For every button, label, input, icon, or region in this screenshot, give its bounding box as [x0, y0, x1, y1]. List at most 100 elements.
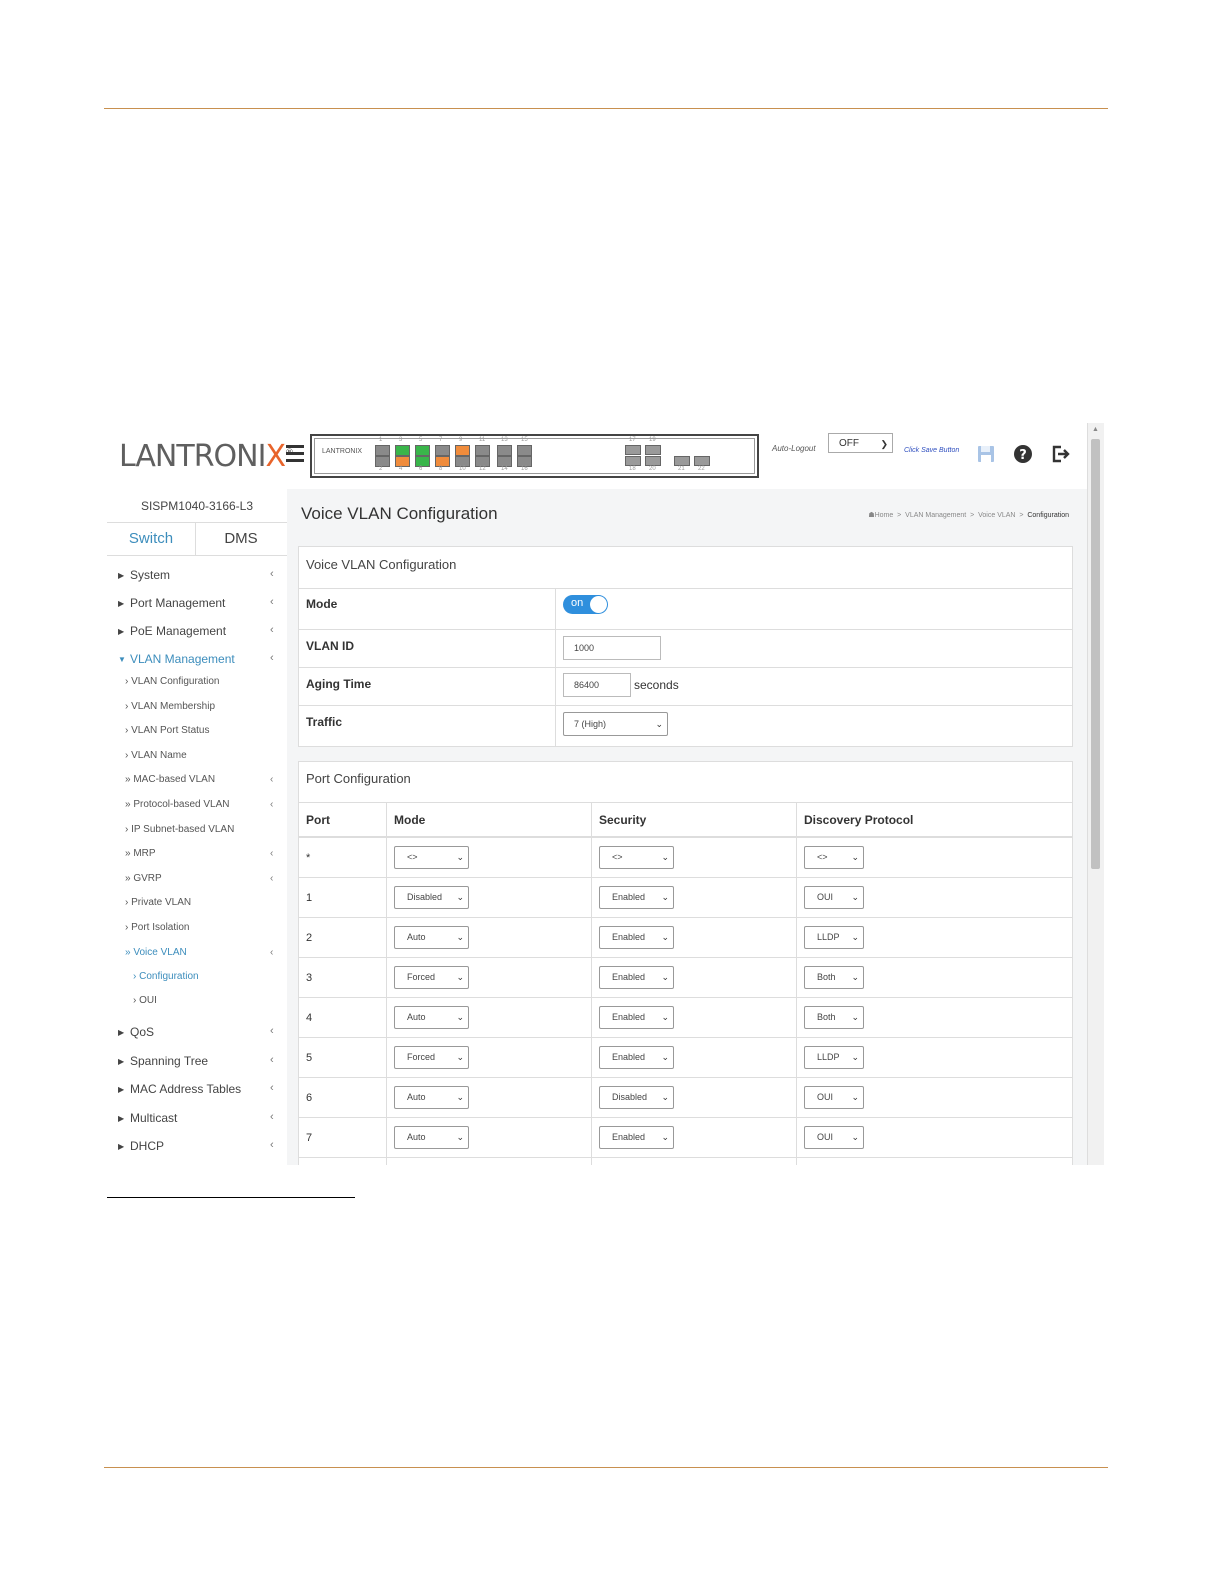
discovery-select-value: LLDP: [817, 1052, 840, 1062]
aging-time-input[interactable]: 86400: [563, 673, 631, 697]
sidebar-item-label: MAC Address Tables: [130, 1082, 242, 1096]
sidebar-subitem-voice-configuration[interactable]: › Configuration: [133, 971, 199, 982]
security-select[interactable]: Enabled ⌄: [599, 886, 674, 909]
security-select[interactable]: Enabled ⌄: [599, 1126, 674, 1149]
discovery-select[interactable]: OUI ⌄: [804, 1086, 864, 1109]
save-hint: Click Save Button: [904, 447, 960, 454]
traffic-value: 7 (High): [574, 719, 607, 729]
port-led: [475, 445, 490, 456]
table-row: 2 Auto ⌄ Enabled ⌄ LLDP ⌄: [299, 917, 1072, 958]
sidebar-subitem-vlan-port-status[interactable]: › VLAN Port Status: [125, 725, 209, 736]
discovery-select[interactable]: Both ⌄: [804, 1006, 864, 1029]
discovery-select[interactable]: Both ⌄: [804, 966, 864, 989]
svg-text:?: ?: [1019, 448, 1027, 463]
mode-select[interactable]: Auto ⌄: [394, 1006, 469, 1029]
sidebar-item-label: Spanning Tree: [130, 1054, 209, 1068]
logout-icon[interactable]: [1050, 444, 1070, 464]
mode-select[interactable]: Forced ⌄: [394, 966, 469, 989]
security-select[interactable]: Enabled ⌄: [599, 1046, 674, 1069]
security-select[interactable]: <> ⌄: [599, 846, 674, 869]
port-led: [415, 445, 430, 456]
sidebar-subitem-gvrp[interactable]: » GVRP ‹: [125, 872, 273, 884]
sidebar-subitem-voice-vlan[interactable]: » Voice VLAN ‹: [125, 947, 273, 958]
sidebar-subitem-vlan-membership[interactable]: › VLAN Membership: [125, 701, 215, 712]
sidebar-subitem-port-isolation[interactable]: › Port Isolation: [125, 922, 189, 933]
help-icon[interactable]: ?: [1013, 444, 1033, 464]
breadcrumb-home[interactable]: Home: [875, 512, 894, 519]
mode-select[interactable]: Auto ⌄: [394, 926, 469, 949]
sidebar-subitem-private-vlan[interactable]: › Private VLAN: [125, 897, 191, 908]
port-cell: 2: [299, 917, 387, 958]
mode-select[interactable]: Auto ⌄: [394, 1086, 469, 1109]
sfp-port: [674, 456, 690, 466]
auto-logout-select[interactable]: OFF ❯: [828, 433, 893, 453]
table-row: 4 Auto ⌄ Enabled ⌄ Both ⌄: [299, 997, 1072, 1038]
save-icon[interactable]: [976, 444, 996, 464]
port-led: [395, 445, 410, 456]
port-led: [375, 456, 390, 467]
vlan-id-input[interactable]: 1000: [563, 636, 661, 660]
security-select[interactable]: Enabled ⌄: [599, 1006, 674, 1029]
security-cell: Enabled ⌄: [591, 1117, 797, 1158]
mode-select[interactable]: Auto ⌄: [394, 1126, 469, 1149]
voice-vlan-config-title: Voice VLAN Configuration: [306, 557, 457, 572]
port-table-body: * <> ⌄ <> ⌄ <> ⌄ 1 Disabled ⌄ Enabled ⌄ OUI ⌄ 2 Auto ⌄ En…: [299, 837, 1072, 1165]
breadcrumb-voice-vlan[interactable]: Voice VLAN: [978, 512, 1015, 519]
mode-select[interactable]: Forced ⌄: [394, 1046, 469, 1069]
sidebar-subitem-label: GVRP: [133, 872, 162, 884]
security-select[interactable]: Enabled ⌄: [599, 966, 674, 989]
sidebar-subitem-vlan-name[interactable]: › VLAN Name: [125, 750, 187, 761]
discovery-select[interactable]: OUI ⌄: [804, 886, 864, 909]
aging-time-row: Aging Time 86400 seconds: [299, 667, 1072, 706]
chevron-down-icon: ⌄: [456, 1052, 464, 1062]
chevron-down-icon: ⌄: [851, 972, 859, 982]
sidebar-subitem-protocol-based-vlan[interactable]: » Protocol-based VLAN ‹: [125, 799, 273, 810]
security-cell: <> ⌄: [591, 837, 797, 878]
page-scrollbar[interactable]: ▲: [1087, 423, 1104, 1165]
menu-icon[interactable]: [286, 445, 304, 465]
traffic-select[interactable]: 7 (High) ⌄: [563, 712, 668, 736]
chevron-left-icon: ‹: [270, 1082, 274, 1094]
discovery-select[interactable]: OUI ⌄: [804, 1126, 864, 1149]
sidebar-item-label: VLAN Management: [130, 652, 235, 666]
mode-cell: Forced ⌄: [386, 1037, 592, 1078]
chevron-down-icon: ⌄: [661, 892, 669, 902]
auto-logout-value: OFF: [839, 438, 859, 449]
table-row: 8Disabled⌄Disabled⌄OUI⌄: [299, 1157, 1072, 1165]
security-select-value: Enabled: [612, 1132, 646, 1142]
top-page-rule: [104, 108, 1108, 109]
chevron-left-icon: ‹: [270, 624, 274, 636]
port-number: 6: [419, 466, 423, 472]
sidebar-subitem-mac-based-vlan[interactable]: » MAC-based VLAN ‹: [125, 774, 273, 785]
mode-select[interactable]: <> ⌄: [394, 846, 469, 869]
security-select[interactable]: Disabled ⌄: [599, 1086, 674, 1109]
sidebar-subitem-ip-subnet-based-vlan[interactable]: › IP Subnet-based VLAN: [125, 824, 234, 835]
chevron-left-icon: ‹: [270, 799, 274, 810]
scrollbar-thumb[interactable]: [1091, 439, 1100, 869]
tab-switch[interactable]: Switch: [107, 523, 196, 555]
security-select-value: Enabled: [612, 1012, 646, 1022]
sidebar-subitem-mrp[interactable]: » MRP ‹: [125, 848, 273, 859]
sidebar-subitem-vlan-configuration[interactable]: › VLAN Configuration: [125, 676, 220, 687]
mode-select[interactable]: Disabled ⌄: [394, 886, 469, 909]
sidebar-subitem-voice-oui[interactable]: › OUI: [133, 995, 157, 1006]
discovery-select[interactable]: LLDP ⌄: [804, 926, 864, 949]
port-config-table: Port Mode Security Discovery Protocol * <…: [299, 802, 1072, 1165]
discovery-select[interactable]: <> ⌄: [804, 846, 864, 869]
port-led: [375, 445, 390, 456]
port-led: [497, 445, 512, 456]
security-cell: Enabled ⌄: [591, 917, 797, 958]
discovery-select[interactable]: LLDP ⌄: [804, 1046, 864, 1069]
tab-dms[interactable]: DMS: [195, 523, 287, 555]
mode-toggle[interactable]: on: [563, 595, 608, 614]
sidebar-subitem-label: Protocol-based VLAN: [133, 799, 230, 810]
discovery-select-value: <>: [817, 852, 828, 862]
security-select[interactable]: Enabled ⌄: [599, 926, 674, 949]
app-header: LANTRONIX® LANTRONIX 1357911131517192468…: [107, 423, 1087, 489]
scroll-up-icon[interactable]: ▲: [1092, 426, 1099, 433]
port-led: [395, 456, 410, 467]
port-number: 5: [419, 437, 423, 443]
sidebar-item-label: DHCP: [130, 1139, 165, 1153]
breadcrumb-vlan-management[interactable]: VLAN Management: [905, 512, 966, 519]
sidebar-item-label: QoS: [130, 1025, 155, 1039]
